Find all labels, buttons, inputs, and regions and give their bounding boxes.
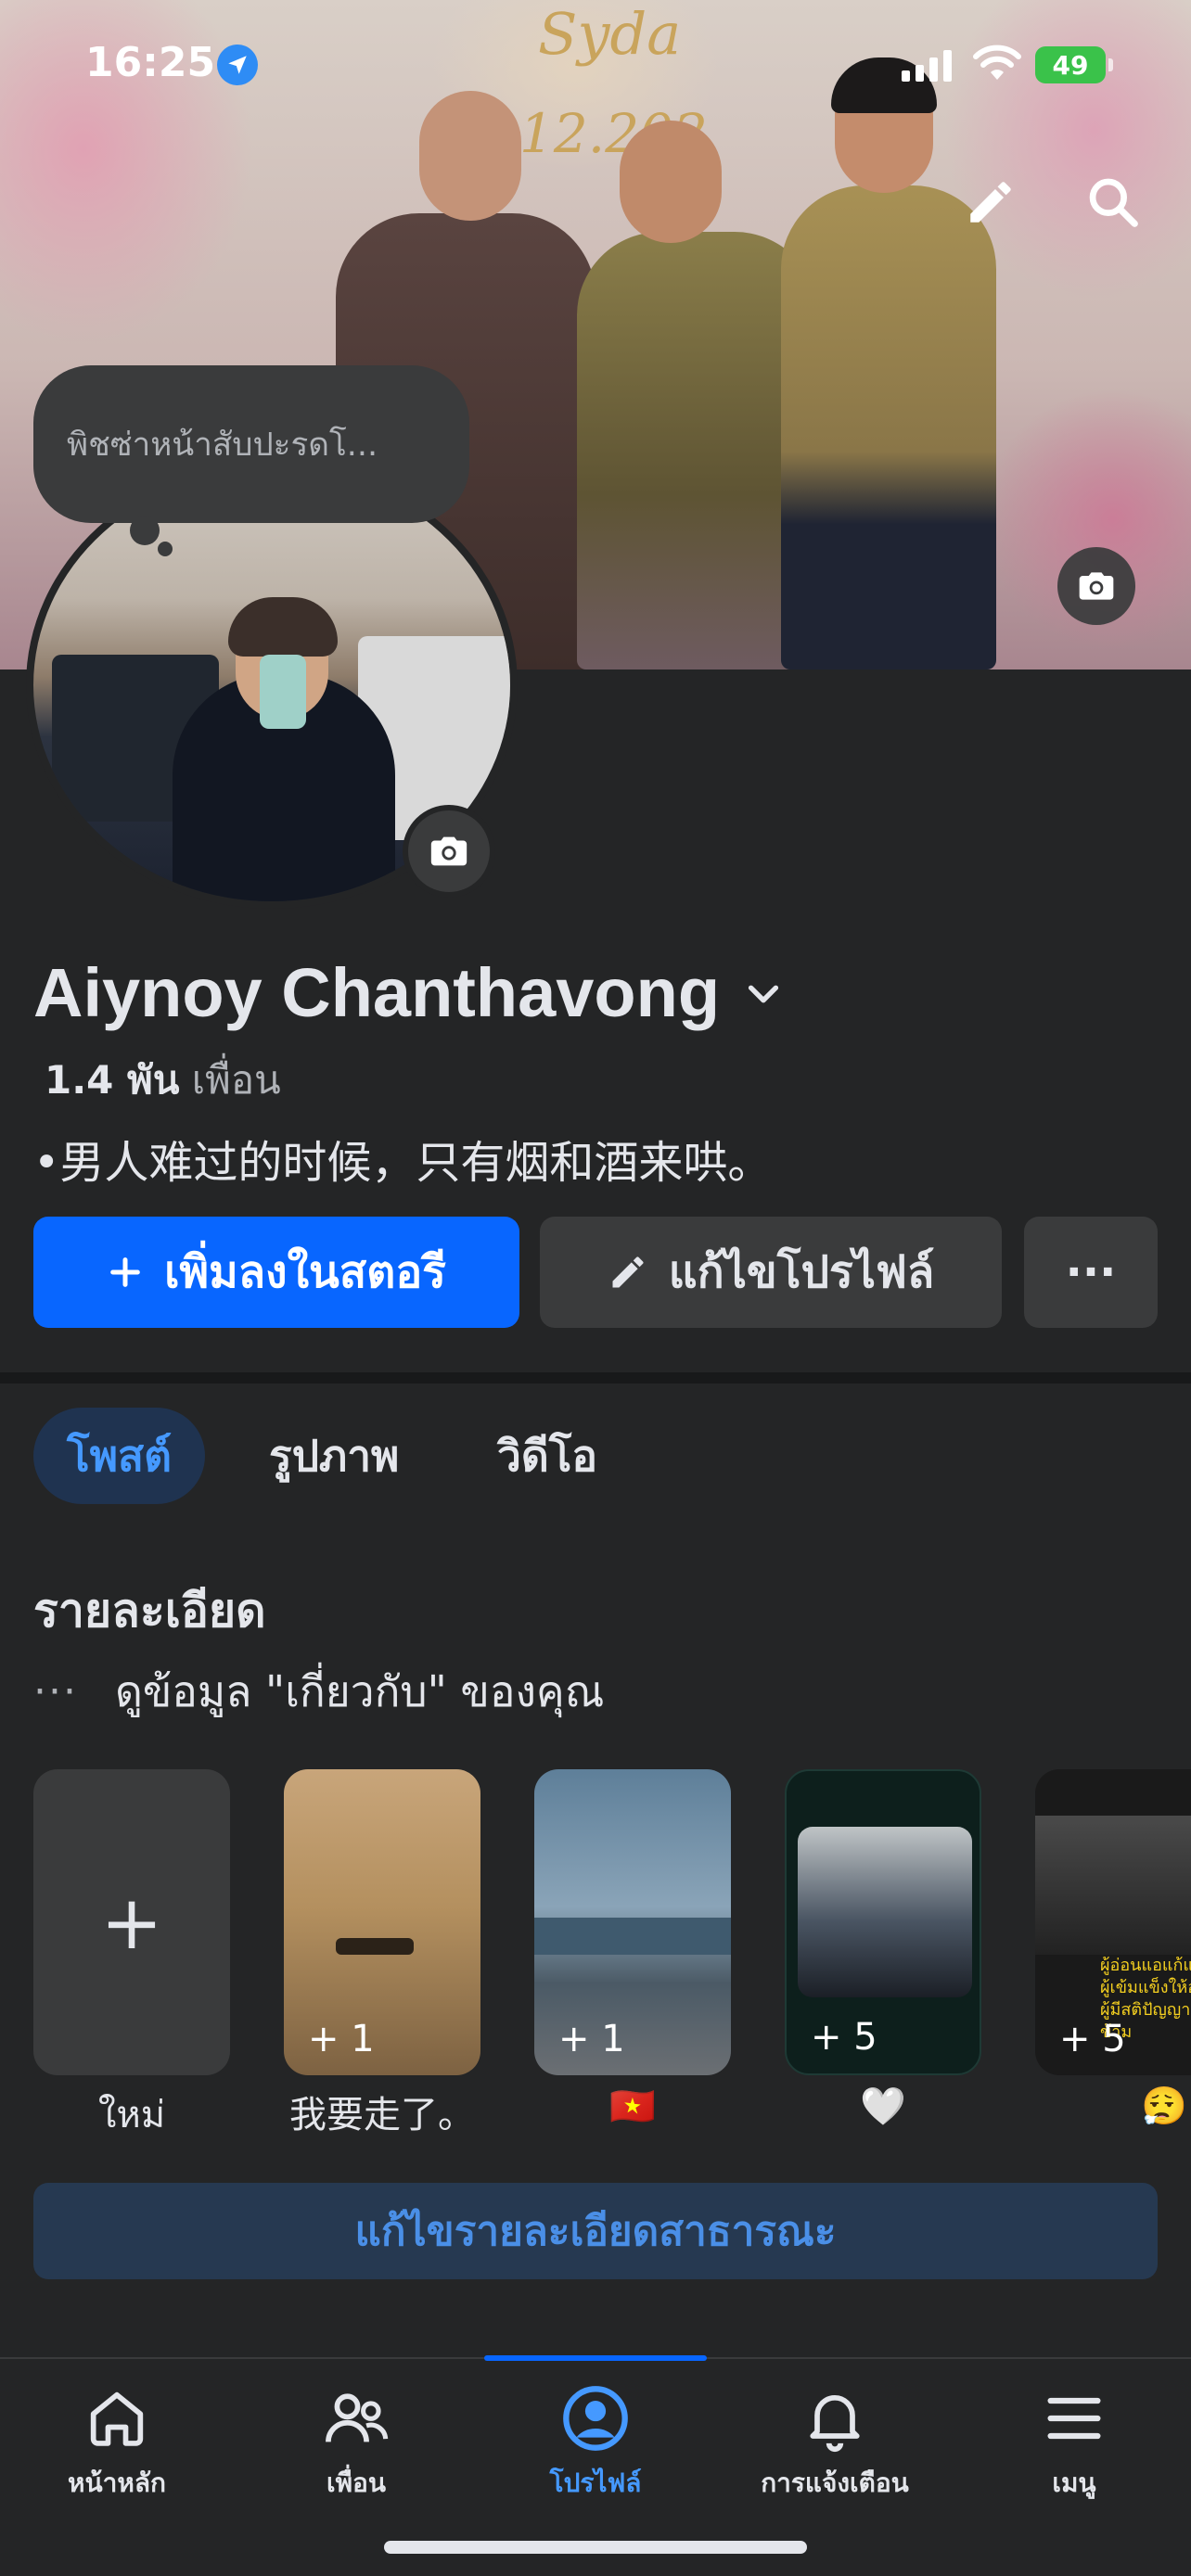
highlight-item[interactable]: ผู้อ่อนแอแก้แค้น ผู้เข้มแข็งให้อภัย ผู้ม… (1035, 1769, 1191, 2075)
highlight-count: + 5 (811, 2016, 877, 2059)
more-dots-icon: ··· (33, 1668, 78, 1715)
nav-profile[interactable]: โปรไฟล์ (493, 2383, 698, 2504)
note-bubble-tail (130, 516, 160, 545)
status-bar: 16:25 49 (0, 0, 1191, 130)
avatar-camera-icon[interactable] (403, 805, 495, 898)
highlight-item[interactable]: + 1 (534, 1769, 731, 2075)
nav-label: หน้าหลัก (68, 2468, 166, 2498)
wifi-icon (972, 45, 1022, 87)
friends-count-link[interactable]: 1.4 พัน เพื่อน (45, 1050, 281, 1111)
note-bubble[interactable]: พิชซ่าหน้าสับปะรดโ... (33, 365, 469, 523)
tab-photos[interactable]: รูปภาพ (236, 1408, 432, 1504)
highlight-thumb-sea (534, 1918, 731, 1955)
highlight-label: 🇻🇳 (609, 2085, 656, 2128)
nav-home[interactable]: หน้าหลัก (15, 2383, 219, 2504)
status-time: 16:25 (85, 39, 216, 86)
plus-icon: + (100, 1879, 163, 1966)
location-arrow-icon (217, 45, 258, 85)
plus-icon (110, 1257, 140, 1287)
cover-person-3 (781, 185, 996, 670)
cover-person-2-head (620, 121, 722, 243)
note-bubble-tail-small (158, 542, 173, 556)
new-highlight-button[interactable]: + (33, 1769, 230, 2075)
cover-camera-icon[interactable] (1057, 547, 1135, 625)
nav-notifications[interactable]: การแจ้งเตือน (733, 2383, 937, 2504)
tab-videos[interactable]: วิดีโอ (464, 1408, 631, 1504)
nav-label: โปรไฟล์ (549, 2468, 642, 2498)
friends-icon (326, 2393, 389, 2442)
tab-posts[interactable]: โพสต์ (33, 1408, 205, 1504)
nav-label: เพื่อน (327, 2468, 386, 2498)
battery-icon: 49 (1035, 46, 1113, 83)
highlight-label: ใหม่ (97, 2094, 166, 2136)
edit-public-details-button[interactable]: แก้ไขรายละเอียดสาธารณะ (33, 2183, 1158, 2279)
highlight-label: 🤍 (860, 2085, 906, 2128)
section-divider (0, 1372, 1191, 1384)
profile-bio: •男人难过的时候，只有烟和酒来哄。 (33, 1137, 773, 1189)
home-indicator (384, 2541, 807, 2554)
avatar-hair (228, 597, 338, 657)
home-icon (90, 2391, 144, 2446)
profile-icon (563, 2386, 628, 2451)
chevron-down-icon (748, 985, 779, 1002)
highlight-thumb-portrait (1035, 1816, 1191, 1955)
highlight-item[interactable]: + 5 (785, 1769, 981, 2075)
bell-icon (810, 2395, 860, 2453)
nav-menu[interactable]: เมนู (972, 2383, 1176, 2504)
edit-profile-button[interactable]: แก้ไขโปรไฟล์ (540, 1217, 1002, 1328)
edit-pencil-icon[interactable] (961, 172, 1020, 232)
highlight-count: + 1 (308, 2018, 375, 2060)
cellular-signal-icon (902, 50, 952, 82)
nav-label: เมนู (1052, 2468, 1096, 2498)
highlight-item[interactable]: + 1 (284, 1769, 480, 2075)
active-tab-indicator (484, 2355, 707, 2361)
more-label: ··· (1065, 1246, 1117, 1298)
about-link[interactable]: ··· ดูข้อมูล "เกี่ยวกับ" ของคุณ (33, 1658, 604, 1726)
menu-icon (1047, 2397, 1101, 2440)
nav-label: การแจ้งเตือน (761, 2468, 909, 2498)
add-to-story-button[interactable]: เพิ่มลงในสตอรี (33, 1217, 519, 1328)
nav-friends[interactable]: เพื่อน (254, 2383, 458, 2504)
highlight-count: + 5 (1059, 2018, 1126, 2060)
add-to-story-label: เพิ่มลงในสตอรี (164, 1246, 446, 1298)
profile-name: Aiynoy Chanthavong (33, 954, 721, 1031)
details-heading: รายละเอียด (33, 1584, 266, 1638)
note-text: พิชซ่าหน้าสับปะรดโ... (67, 426, 378, 464)
more-options-button[interactable]: ··· (1024, 1217, 1158, 1328)
edit-profile-label: แก้ไขโปรไฟล์ (668, 1246, 935, 1298)
battery-level: 49 (1052, 49, 1089, 81)
search-icon[interactable] (1083, 172, 1143, 232)
profile-name-button[interactable]: Aiynoy Chanthavong (33, 953, 785, 1032)
highlight-label: 😮‍💨 (1141, 2085, 1187, 2128)
highlight-label: 我要走了。 (289, 2094, 475, 2136)
avatar-phone (260, 655, 306, 729)
highlight-thumb-photo (798, 1827, 972, 1997)
highlight-count: + 1 (558, 2018, 625, 2060)
friends-count: 1.4 พัน (45, 1057, 180, 1103)
highlight-thumb-boat (336, 1938, 414, 1955)
about-link-text: ดูข้อมูล "เกี่ยวกับ" ของคุณ (114, 1666, 605, 1716)
pencil-icon (612, 1256, 644, 1288)
friends-label: เพื่อน (191, 1057, 281, 1103)
